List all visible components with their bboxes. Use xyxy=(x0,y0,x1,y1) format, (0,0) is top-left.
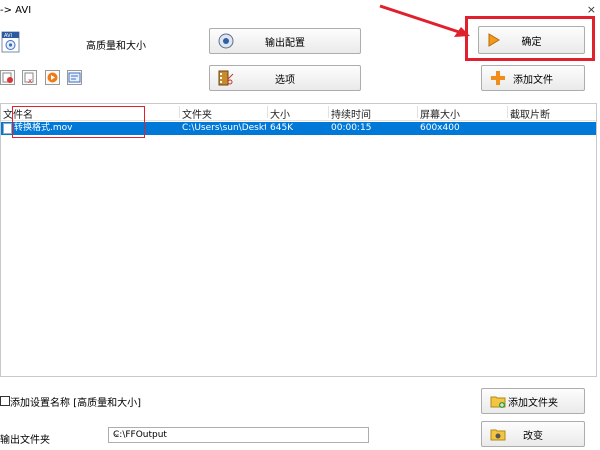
options-label: 选项 xyxy=(275,74,295,86)
cell-screen-size: 600x400 xyxy=(420,123,460,133)
column-header[interactable]: 截取片断 xyxy=(507,106,550,121)
output-config-button[interactable]: 输出配置 xyxy=(209,28,361,54)
column-header[interactable]: 文件夹 xyxy=(179,106,212,121)
avi-file-icon: AVI xyxy=(0,31,22,53)
change-button[interactable]: 改变 xyxy=(481,421,585,447)
svg-text:x: x xyxy=(28,77,32,84)
ok-label: 确定 xyxy=(521,36,542,48)
arrow-right-icon xyxy=(487,32,503,48)
add-folder-button[interactable]: 添加文件夹 xyxy=(481,388,585,414)
film-scissors-icon xyxy=(218,70,234,86)
add-setting-name-label: 添加设置名称 [高质量和大小] xyxy=(10,398,141,409)
chevron-down-icon[interactable]: ⌄ xyxy=(113,429,364,439)
window-title: -> AVI xyxy=(0,5,32,16)
info-icon[interactable] xyxy=(67,70,82,85)
file-table[interactable]: 文件名 文件夹 大小 持续时间 屏幕大小 截取片断 转换格式.mov C:\Us… xyxy=(0,103,597,377)
remove-icon[interactable] xyxy=(0,70,15,85)
profile-label: 高质量和大小 xyxy=(86,41,146,52)
add-setting-name-checkbox[interactable] xyxy=(0,396,10,406)
output-folder-select[interactable]: C:\FFOutput ⌄ xyxy=(108,427,369,443)
folder-add-icon xyxy=(490,393,506,409)
output-folder-label: 输出文件夹 xyxy=(0,435,50,446)
annotation-arrow-icon xyxy=(379,4,470,37)
cell-size: 645K xyxy=(270,123,294,133)
delete-icon[interactable]: x xyxy=(22,70,37,85)
close-icon[interactable]: × xyxy=(587,3,596,16)
add-file-button[interactable]: 添加文件 xyxy=(481,65,585,91)
ok-button[interactable]: 确定 xyxy=(478,26,585,54)
output-config-label: 输出配置 xyxy=(265,37,305,49)
add-file-label: 添加文件 xyxy=(513,74,553,86)
cell-duration: 00:00:15 xyxy=(331,123,372,133)
column-header[interactable]: 持续时间 xyxy=(328,106,371,121)
column-header[interactable]: 大小 xyxy=(267,106,290,121)
highlight-box-filename xyxy=(12,106,145,138)
column-header[interactable]: 屏幕大小 xyxy=(417,106,460,121)
play-icon[interactable] xyxy=(45,70,60,85)
folder-camera-icon xyxy=(490,426,506,442)
add-folder-label: 添加文件夹 xyxy=(508,397,558,409)
svg-text:AVI: AVI xyxy=(4,33,12,39)
options-button[interactable]: 选项 xyxy=(209,65,361,91)
settings-disc-icon xyxy=(218,33,234,49)
cell-folder: C:\Users\sun\Desktop xyxy=(182,123,266,133)
plus-icon xyxy=(490,70,506,86)
change-label: 改变 xyxy=(523,430,543,442)
